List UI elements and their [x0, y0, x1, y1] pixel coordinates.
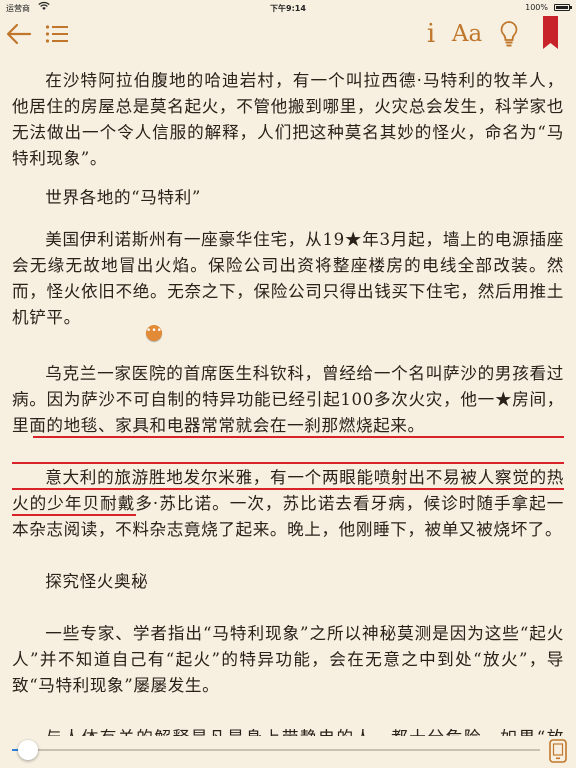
- paragraph: 意大利的旅游胜地发尔米雅，有一个两眼能喷射出不易被人察觉的热火的少年贝耐戴多·苏…: [12, 468, 564, 539]
- paragraph: 在沙特阿拉伯腹地的哈迪岩村，有一个叫拉西德·马特利的牧羊人，他居住的房屋总是莫名…: [12, 71, 564, 168]
- battery-icon: [554, 4, 570, 11]
- paragraph: 一些专家、学者指出“马特利现象”之所以神秘莫测是因为这些“起火人”并不知道自己有…: [12, 624, 564, 695]
- reading-progress: [0, 736, 576, 768]
- list-icon: [45, 25, 68, 43]
- paragraph: 与人体有关的解释是凡是身上带静电的人，都十分危险。如果“放火”的人是: [12, 725, 564, 736]
- arrow-left-icon: [6, 23, 32, 45]
- page-view-icon: [549, 739, 567, 763]
- highlight-underline: [12, 514, 136, 516]
- highlight-underline: [12, 462, 564, 464]
- table-of-contents-button[interactable]: [42, 18, 72, 50]
- font-settings-button[interactable]: Aa: [450, 18, 484, 50]
- paragraph: 美国伊利诺斯州有一座豪华住宅，从19★年3月起，墙上的电源插座会无缘无故地冒出火…: [12, 230, 564, 327]
- note-dots-icon[interactable]: •••: [146, 325, 162, 341]
- highlight-underline: [12, 488, 564, 490]
- progress-slider-handle[interactable]: [17, 740, 38, 760]
- highlight-underline: [33, 436, 564, 438]
- info-button[interactable]: i: [420, 18, 442, 50]
- battery-tip: [570, 6, 572, 9]
- paragraph: 乌克兰一家医院的首席医生科钦科，曾经给一个名叫萨沙的男孩看过病。因为萨沙不可自制…: [12, 364, 564, 435]
- reading-page[interactable]: 在沙特阿拉伯腹地的哈迪岩村，有一个叫拉西德·马特利的牧羊人，他居住的房屋总是莫名…: [12, 62, 564, 736]
- bookmark-button[interactable]: [543, 16, 558, 49]
- section-heading: 世界各地的“马特利”: [45, 188, 201, 207]
- lightbulb-icon: [500, 21, 518, 47]
- battery-percent: 100%: [525, 3, 548, 12]
- progress-track[interactable]: [12, 740, 540, 760]
- page-view-button[interactable]: [548, 739, 568, 763]
- reader-toolbar: i Aa: [0, 16, 576, 52]
- highlighted-passage[interactable]: 美国伊利诺斯州有一座豪华住宅，从19★年3月起，墙上的电源插座会无缘无故地冒出火…: [12, 227, 564, 516]
- back-button[interactable]: [4, 18, 34, 50]
- status-time: 下午9:14: [270, 4, 306, 13]
- section-heading: 探究怪火奥秘: [45, 572, 149, 591]
- bookmark-icon: [543, 16, 558, 49]
- brightness-button[interactable]: [494, 18, 524, 50]
- status-bar: 运营商 下午9:14 100%: [0, 0, 576, 16]
